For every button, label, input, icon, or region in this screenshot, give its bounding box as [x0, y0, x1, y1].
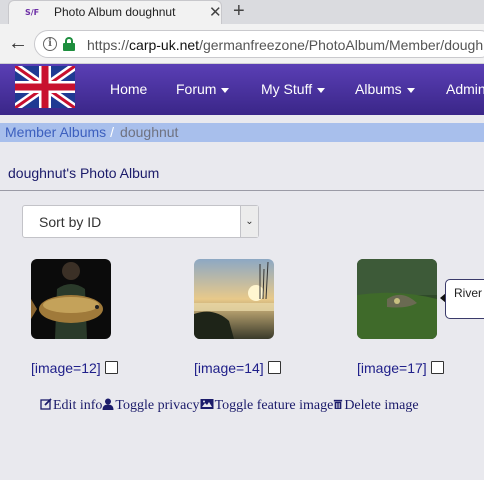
chevron-down-icon [406, 87, 415, 93]
image-code-17[interactable]: [image=17] [357, 360, 444, 376]
page-title: doughnut's Photo Album [8, 165, 160, 181]
browser-tab[interactable]: S/F Photo Album doughnut ✕ [8, 0, 222, 24]
lock-icon [63, 37, 75, 51]
trash-icon [334, 399, 343, 409]
nav-albums[interactable]: Albums [355, 81, 415, 97]
image-icon [200, 399, 214, 409]
tab-title: Photo Album doughnut [54, 5, 176, 19]
edit-icon [40, 398, 52, 410]
user-icon [102, 398, 114, 410]
toggle-privacy-link[interactable]: Toggle privacy [102, 398, 200, 414]
site-info-icon[interactable]: i [43, 37, 57, 51]
sort-select-value: Sort by ID [39, 214, 102, 230]
breadcrumb-member-albums-link[interactable]: Member Albums [5, 124, 106, 140]
select-image-checkbox[interactable] [104, 361, 118, 374]
delete-image-link[interactable]: Delete image [333, 398, 419, 414]
breadcrumb: Member Albums / doughnut [0, 123, 484, 142]
divider [0, 190, 484, 191]
url-text: https://carp-uk.net/germanfreezone/Photo… [87, 37, 484, 53]
image-actions: Edit info Toggle privacy Toggle feature … [40, 398, 419, 414]
sort-select[interactable]: Sort by ID ⌄ [22, 205, 259, 238]
back-button[interactable]: ← [6, 32, 30, 56]
address-bar[interactable]: i https://carp-uk.net/germanfreezone/Pho… [34, 30, 484, 58]
sunrise-photo-icon [194, 259, 274, 339]
image-thumbnail-17[interactable] [357, 259, 437, 339]
site-navbar: Home Forum My Stuff Albums Admin [0, 64, 484, 115]
image-thumbnail-14[interactable] [194, 259, 274, 339]
site-favicon-icon: S/F [25, 8, 40, 17]
river-photo-icon [357, 259, 437, 339]
edit-info-link[interactable]: Edit info [40, 398, 102, 414]
nav-my-stuff[interactable]: My Stuff [261, 81, 326, 97]
carp-photo-icon [31, 259, 111, 339]
chevron-down-icon [221, 87, 230, 93]
nav-forum[interactable]: Forum [176, 81, 230, 97]
image-code-12[interactable]: [image=12] [31, 360, 118, 376]
union-jack-flag-icon[interactable] [15, 66, 75, 108]
toggle-feature-image-link[interactable]: Toggle feature image [200, 398, 333, 414]
image-thumbnail-12[interactable] [31, 259, 111, 339]
image-tooltip: River [445, 279, 484, 319]
breadcrumb-separator: / [110, 124, 115, 140]
chevron-down-icon[interactable]: ⌄ [240, 206, 258, 237]
nav-admin[interactable]: Admin [446, 81, 484, 97]
browser-tab-strip: S/F Photo Album doughnut ✕ + [0, 0, 484, 24]
chevron-down-icon [317, 87, 326, 93]
nav-home[interactable]: Home [110, 81, 147, 97]
browser-toolbar: ← i https://carp-uk.net/germanfreezone/P… [0, 24, 484, 64]
new-tab-button[interactable]: + [233, 0, 245, 22]
tab-close-icon[interactable]: ✕ [209, 3, 222, 21]
select-image-checkbox[interactable] [267, 361, 281, 374]
breadcrumb-current: doughnut [120, 124, 179, 140]
image-code-14[interactable]: [image=14] [194, 360, 281, 376]
select-image-checkbox[interactable] [430, 361, 444, 374]
